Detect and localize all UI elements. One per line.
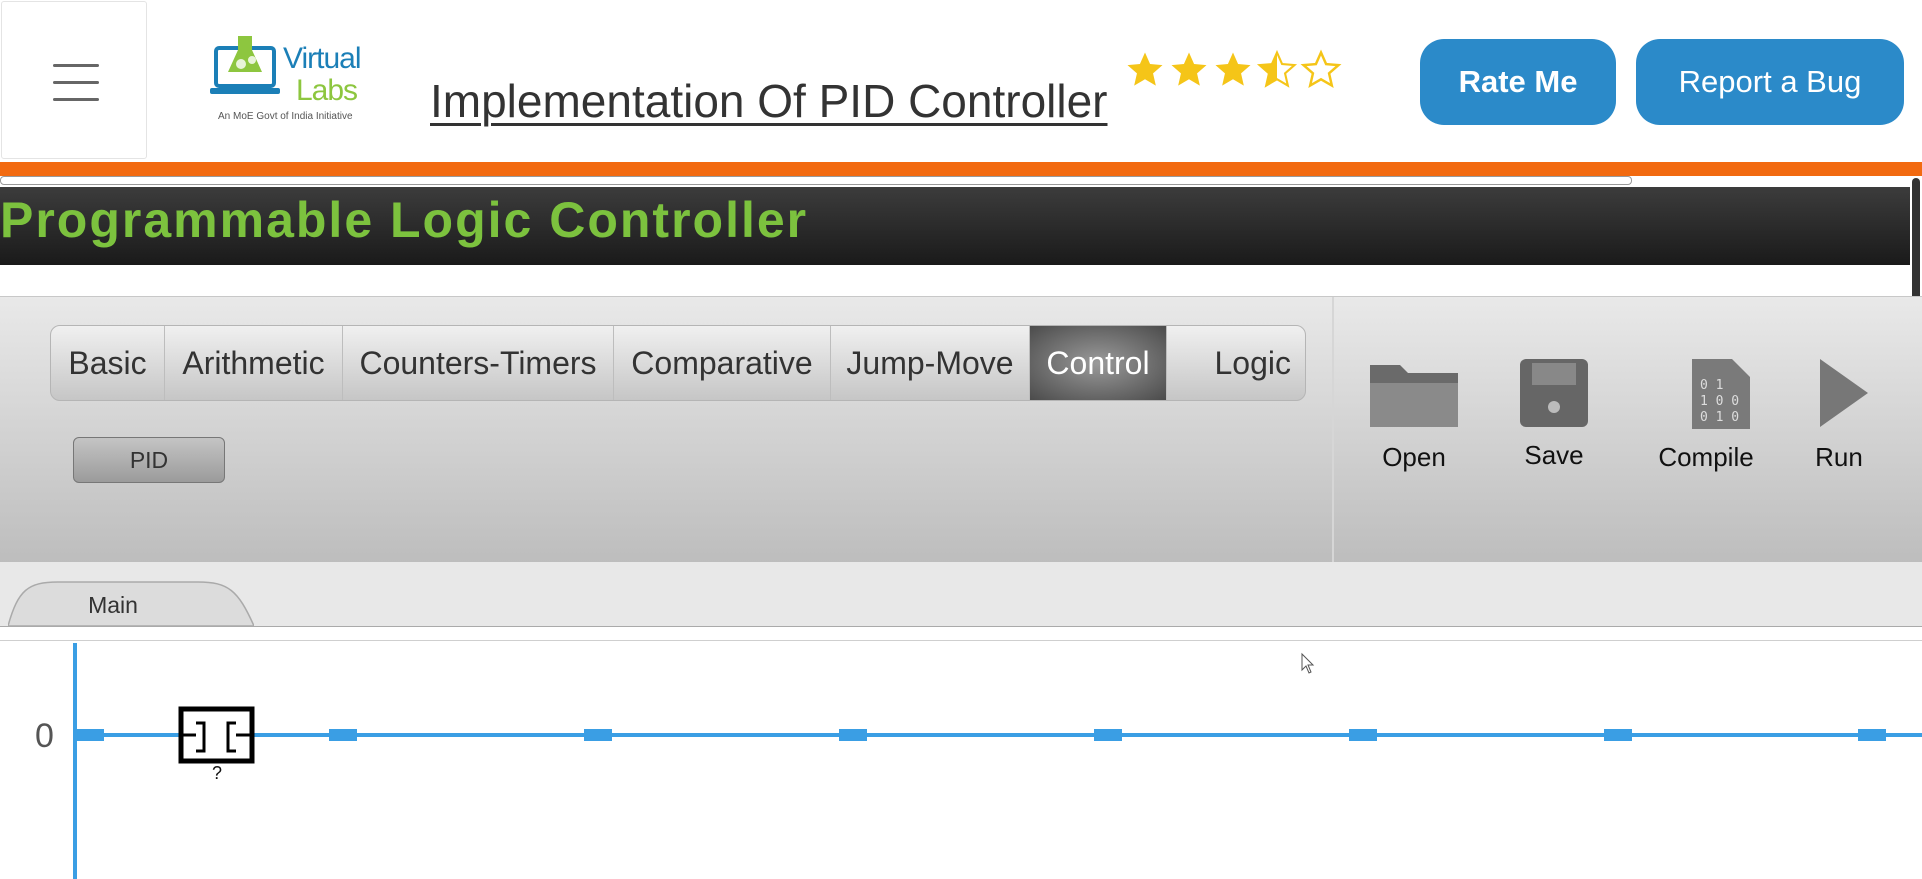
rung-node (584, 729, 612, 741)
open-label: Open (1382, 442, 1446, 472)
ladder-rung[interactable]: ? (0, 641, 1922, 879)
tab-logic[interactable]: Logic (1167, 326, 1305, 400)
sheet-tab-main[interactable]: Main (8, 580, 254, 626)
star-full-icon[interactable] (1212, 48, 1254, 92)
tab-counters-timers[interactable]: Counters-Timers (343, 326, 614, 400)
star-full-icon[interactable] (1168, 48, 1210, 92)
logo-tagline: An MoE Govt of India Initiative (218, 111, 353, 122)
instruction-panel: Basic Arithmetic Counters-Timers Compara… (0, 296, 1922, 563)
report-bug-button[interactable]: Report a Bug (1636, 39, 1904, 125)
folder-icon (1370, 365, 1458, 427)
plc-title: Programmable Logic Controller (0, 192, 809, 248)
save-tool[interactable]: Save (1518, 357, 1590, 471)
tab-jump-move[interactable]: Jump-Move (831, 326, 1030, 400)
rung-node (1604, 729, 1632, 741)
rung-node (1349, 729, 1377, 741)
svg-text:0 1 0: 0 1 0 (1700, 410, 1739, 425)
save-label: Save (1524, 440, 1584, 470)
rung-node (1858, 729, 1886, 741)
run-label: Run (1815, 442, 1863, 472)
menu-icon (53, 64, 99, 67)
star-empty-icon[interactable] (1300, 48, 1342, 92)
contact-label: ? (212, 763, 222, 783)
instruction-palette: Basic Arithmetic Counters-Timers Compara… (0, 297, 1334, 563)
open-tool[interactable]: Open (1366, 357, 1462, 473)
plc-banner: Programmable Logic Controller (0, 187, 1910, 265)
tab-basic[interactable]: Basic (51, 326, 165, 400)
hamburger-menu-button[interactable] (1, 1, 147, 159)
rating-stars[interactable] (1124, 48, 1342, 98)
play-icon (1820, 359, 1868, 427)
logo-text-labs: Labs (296, 74, 358, 107)
compile-label: Compile (1658, 442, 1754, 472)
pid-instruction-button[interactable]: PID (73, 437, 225, 483)
rung-node (1094, 729, 1122, 741)
tab-arithmetic[interactable]: Arithmetic (165, 326, 343, 400)
floppy-disk-icon (1520, 359, 1588, 427)
horizontal-scrollbar[interactable] (0, 176, 1632, 185)
compile-tool[interactable]: 0 1 1 0 0 0 1 0 Compile (1656, 357, 1756, 473)
sheet-tab-main-label: Main (88, 592, 138, 618)
logo-text-virtual: Virtual (283, 42, 361, 75)
menu-icon-line (53, 98, 99, 101)
instruction-category-tabs: Basic Arithmetic Counters-Timers Compara… (50, 325, 1306, 401)
rung-node (329, 729, 357, 741)
contact-element (178, 706, 255, 764)
rung-node (76, 729, 104, 741)
ladder-editor[interactable]: 0 ? (0, 640, 1922, 879)
laptop-flask-icon (210, 36, 280, 94)
site-header: Virtual Labs An MoE Govt of India Initia… (0, 0, 1922, 160)
binary-file-icon: 0 1 1 0 0 0 1 0 (1692, 359, 1750, 429)
svg-text:1 0 0: 1 0 0 (1700, 394, 1739, 409)
tab-control[interactable]: Control (1030, 326, 1167, 400)
page-title[interactable]: Implementation Of PID Controller (430, 74, 1108, 128)
run-tool[interactable]: Run (1804, 357, 1874, 473)
svg-text:0 1: 0 1 (1700, 378, 1723, 393)
cursor-icon (1301, 652, 1315, 674)
sheet-tab-bar (0, 562, 1922, 627)
rate-me-button[interactable]: Rate Me (1420, 39, 1616, 125)
menu-icon-line (53, 81, 99, 84)
header-divider (0, 162, 1922, 176)
virtual-labs-logo[interactable]: Virtual Labs An MoE Govt of India Initia… (208, 32, 372, 124)
star-half-icon[interactable] (1256, 48, 1298, 92)
tab-comparative[interactable]: Comparative (614, 326, 831, 400)
star-full-icon[interactable] (1124, 48, 1166, 92)
rung-node (839, 729, 867, 741)
